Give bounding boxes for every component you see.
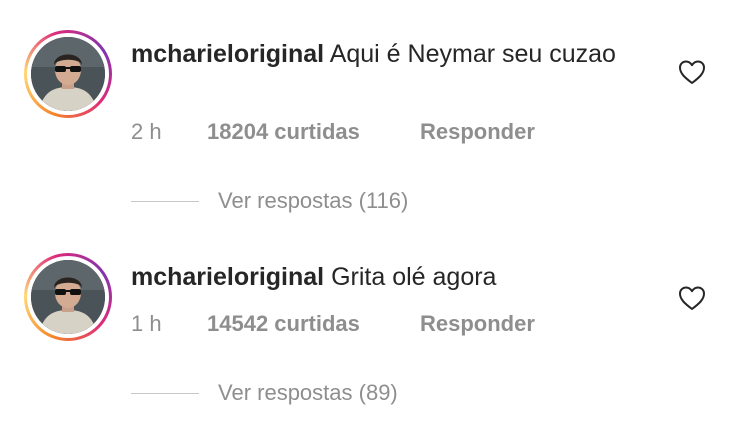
avatar[interactable] (24, 30, 112, 118)
reply-button[interactable]: Responder (420, 119, 535, 145)
avatar[interactable] (24, 253, 112, 341)
view-replies-label: Ver respostas (89) (218, 380, 398, 405)
comment-time: 2 h (131, 119, 162, 144)
comment-text: Grita olé agora (331, 263, 497, 291)
view-replies-button[interactable]: Ver respostas (89) (131, 380, 398, 406)
heart-outline-icon[interactable] (678, 59, 706, 85)
profile-photo-icon (31, 37, 105, 111)
avatar-photo (31, 260, 105, 334)
comment-username[interactable]: mcharieloriginal (131, 263, 324, 291)
comment-text-block: mcharieloriginal Aqui é Neymar seu cuzao (131, 38, 621, 70)
avatar-gap (27, 256, 109, 338)
comment-meta: 2 h 18204 curtidas Responder (131, 119, 535, 145)
comment-likes[interactable]: 18204 curtidas (207, 119, 420, 145)
comment-text-block: mcharieloriginal Grita olé agora (131, 261, 621, 293)
comment-text: Aqui é Neymar seu cuzao (329, 40, 616, 68)
reply-button[interactable]: Responder (420, 311, 535, 337)
view-replies-label: Ver respostas (116) (218, 188, 409, 213)
comment-meta: 1 h 14542 curtidas Responder (131, 311, 535, 337)
replies-divider (131, 200, 199, 202)
view-replies-button[interactable]: Ver respostas (116) (131, 188, 408, 214)
comment-time: 1 h (131, 311, 162, 336)
replies-divider (131, 392, 199, 394)
comment-username[interactable]: mcharieloriginal (131, 40, 324, 68)
profile-photo-icon (31, 260, 105, 334)
avatar-gap (27, 33, 109, 115)
comment-likes[interactable]: 14542 curtidas (207, 311, 420, 337)
avatar-photo (31, 37, 105, 111)
heart-outline-icon[interactable] (678, 285, 706, 311)
